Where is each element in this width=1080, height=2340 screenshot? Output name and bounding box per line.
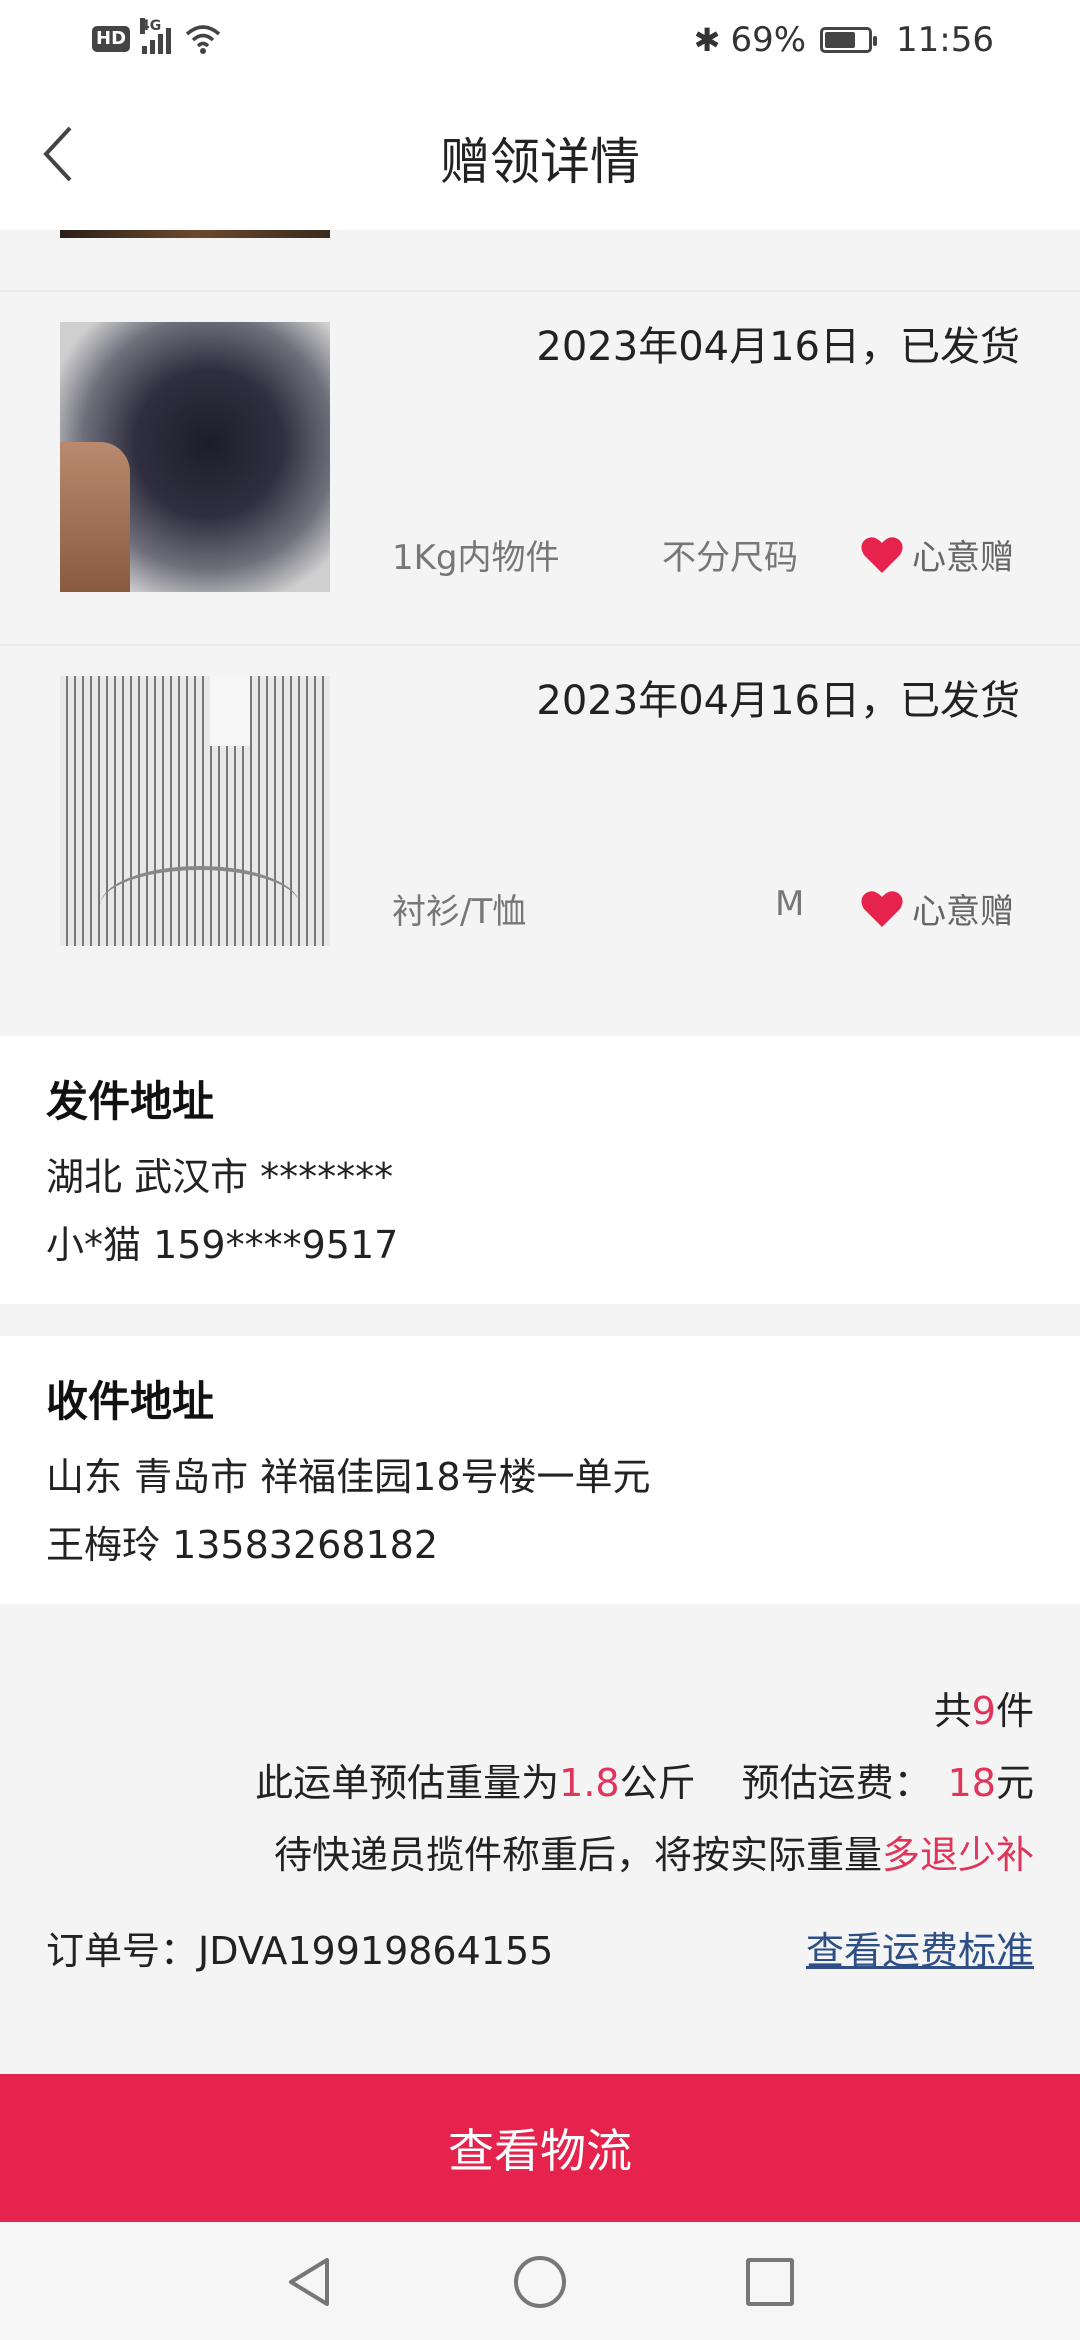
notice-prefix: 待快递员揽件称重后，将按实际重量 — [273, 1833, 882, 1877]
receiver-title: 收件地址 — [46, 1377, 215, 1426]
nav-back-icon[interactable] — [285, 2256, 335, 2308]
order-label: 订单号： — [46, 1929, 199, 1973]
item-thumbnail[interactable] — [60, 322, 330, 592]
heart-icon — [861, 890, 903, 927]
notice-line: 待快递员揽件称重后，将按实际重量多退少补 — [274, 1824, 1034, 1879]
sender-contact: 小*猫 159****9517 — [46, 1223, 399, 1267]
item-strip-previous — [0, 230, 1080, 290]
weight-unit: 公斤 — [619, 1761, 696, 1805]
item-thumbnail-previous[interactable] — [60, 230, 330, 238]
item-category: 衬衫/T恤 — [392, 892, 527, 932]
weight-value: 1.8 — [559, 1761, 620, 1805]
network-type: 4G — [140, 18, 162, 34]
weight-prefix: 此运单预估重量为 — [255, 1761, 560, 1805]
fee-prefix: 预估运费： — [741, 1761, 932, 1805]
order-value: JDVA19919864155 — [198, 1929, 554, 1973]
item-date-status: 2023年04月16日，已发货 — [536, 678, 1020, 724]
sender-address: 湖北 武汉市 ******* — [46, 1155, 394, 1199]
fee-unit: 元 — [995, 1761, 1034, 1805]
total-count-line: 共9件 — [934, 1680, 1034, 1735]
hd-icon: HD — [92, 26, 131, 52]
heart-icon — [861, 536, 903, 573]
gift-label: 心意赠 — [912, 892, 1014, 932]
clock: 11:56 — [896, 20, 994, 60]
notice-highlight: 多退少补 — [881, 1833, 1034, 1877]
weight-fee-line: 此运单预估重量为1.8公斤 预估运费： 18元 — [255, 1752, 1034, 1807]
fee-standard-link[interactable]: 查看运费标准 — [806, 1920, 1034, 1975]
sender-title: 发件地址 — [46, 1077, 215, 1126]
item-category: 1Kg内物件 — [392, 538, 560, 578]
wifi-icon — [185, 25, 221, 54]
sender-address-card: 发件地址 湖北 武汉市 ******* 小*猫 159****9517 — [0, 1036, 1080, 1304]
shipping-summary: 共9件 此运单预估重量为1.8公斤 预估运费： 18元 待快递员揽件称重后，将按实际… — [0, 1604, 1080, 2074]
bluetooth-icon: ✱ — [693, 21, 721, 59]
app-header: 赠领详情 — [0, 84, 1080, 230]
receiver-address-card: 收件地址 山东 青岛市 祥福佳园18号楼一单元 王梅玲 13583268182 — [0, 1336, 1080, 1604]
gift-badge: 心意赠 — [860, 884, 1014, 933]
gift-label: 心意赠 — [912, 538, 1014, 578]
signal-icon: 4G — [140, 18, 172, 54]
total-count: 9 — [971, 1689, 996, 1733]
status-left: HD 4G — [92, 18, 223, 56]
order-number: 订单号：JDVA19919864155 — [46, 1920, 553, 1975]
status-right: ✱ 69% 11:56 — [694, 20, 994, 60]
system-nav-bar — [0, 2222, 1080, 2340]
gift-badge: 心意赠 — [860, 530, 1014, 579]
receiver-contact: 王梅玲 13583268182 — [46, 1523, 439, 1567]
item-date-status: 2023年04月16日，已发货 — [536, 324, 1020, 370]
fee-value: 18 — [947, 1761, 996, 1805]
page-title: 赠领详情 — [440, 133, 640, 191]
nav-recent-apps-icon[interactable] — [746, 2258, 794, 2306]
battery-percent: 69% — [730, 20, 807, 60]
nav-home-icon[interactable] — [514, 2256, 566, 2308]
battery-icon — [820, 27, 878, 53]
receiver-address: 山东 青岛市 祥福佳园18号楼一单元 — [46, 1455, 651, 1499]
total-prefix: 共 — [933, 1689, 972, 1733]
total-suffix: 件 — [995, 1689, 1034, 1733]
list-item[interactable]: 2023年04月16日，已发货 衬衫/T恤 M 心意赠 — [0, 646, 1080, 998]
view-logistics-button[interactable]: 查看物流 — [0, 2074, 1080, 2222]
list-item[interactable]: 2023年04月16日，已发货 1Kg内物件 不分尺码 心意赠 — [0, 292, 1080, 644]
item-size: M — [775, 884, 805, 924]
status-bar: HD 4G ✱ 69% 11:56 — [0, 0, 1080, 84]
item-thumbnail[interactable] — [60, 676, 330, 946]
item-size: 不分尺码 — [662, 538, 798, 578]
